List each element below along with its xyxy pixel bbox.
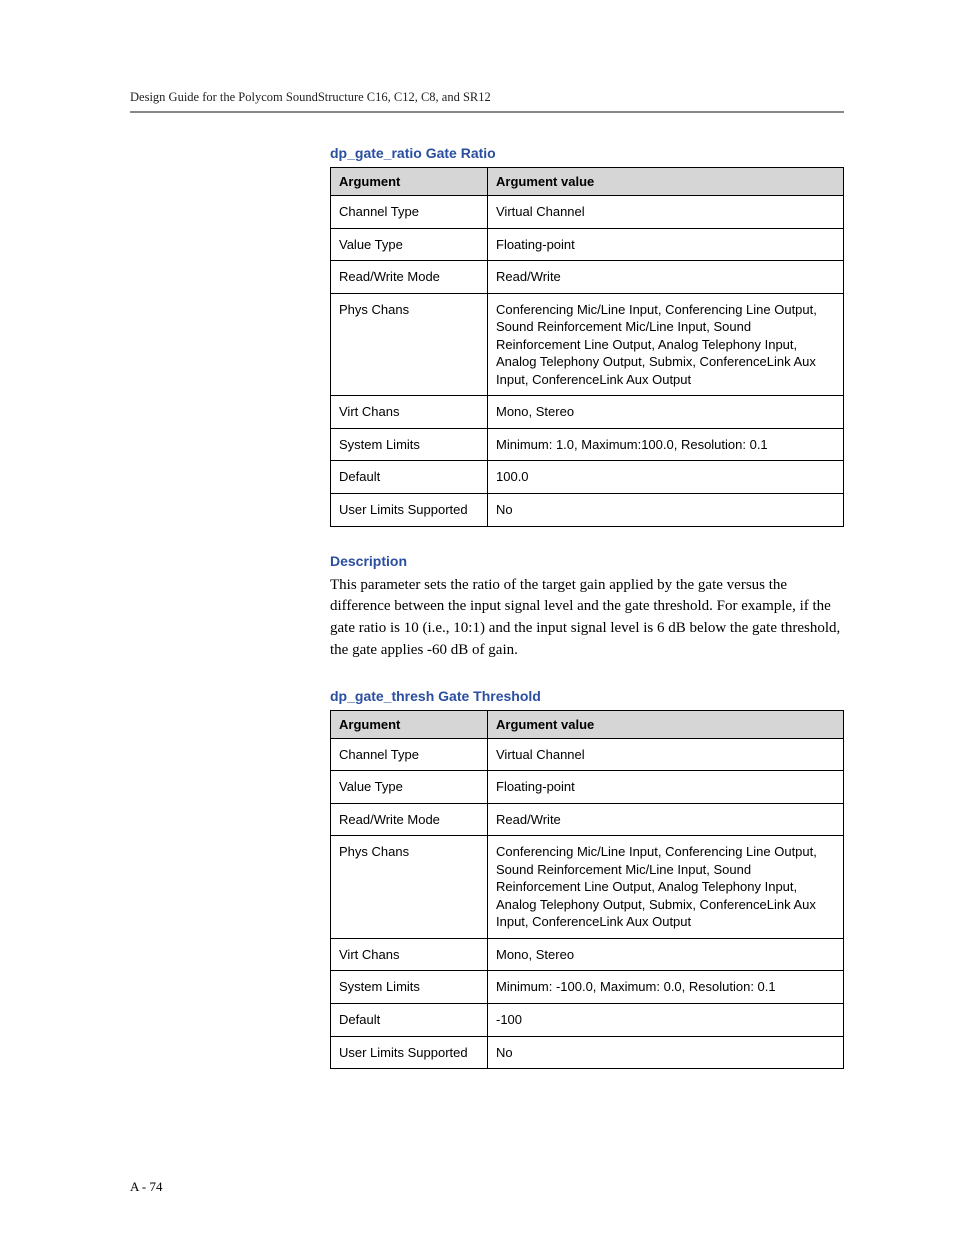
table-row: Value TypeFloating-point <box>331 771 844 804</box>
cell-val: Floating-point <box>488 771 844 804</box>
cell-arg: Channel Type <box>331 196 488 229</box>
table-row: Value TypeFloating-point <box>331 228 844 261</box>
cell-arg: Value Type <box>331 228 488 261</box>
cell-arg: Default <box>331 1004 488 1037</box>
section-title-gate-thresh: dp_gate_thresh Gate Threshold <box>330 688 844 704</box>
cell-val: Virtual Channel <box>488 738 844 771</box>
table-row: Read/Write ModeRead/Write <box>331 803 844 836</box>
cell-arg: Read/Write Mode <box>331 261 488 294</box>
cell-val: Minimum: -100.0, Maximum: 0.0, Resolutio… <box>488 971 844 1004</box>
cell-arg: User Limits Supported <box>331 494 488 527</box>
table-header-row: Argument Argument value <box>331 710 844 738</box>
cell-val: Read/Write <box>488 261 844 294</box>
table-row: Channel TypeVirtual Channel <box>331 738 844 771</box>
cell-arg: Channel Type <box>331 738 488 771</box>
cell-arg: Value Type <box>331 771 488 804</box>
cell-arg: Phys Chans <box>331 293 488 396</box>
table-header-row: Argument Argument value <box>331 168 844 196</box>
table-row: User Limits SupportedNo <box>331 494 844 527</box>
th-argument: Argument <box>331 710 488 738</box>
table-row: Default100.0 <box>331 461 844 494</box>
description-heading: Description <box>330 553 844 569</box>
cell-arg: Phys Chans <box>331 836 488 939</box>
table-row: Phys ChansConferencing Mic/Line Input, C… <box>331 293 844 396</box>
table-row: Virt ChansMono, Stereo <box>331 938 844 971</box>
cell-arg: Virt Chans <box>331 938 488 971</box>
page: Design Guide for the Polycom SoundStruct… <box>0 0 954 1235</box>
table-row: System LimitsMinimum: 1.0, Maximum:100.0… <box>331 428 844 461</box>
content-column: dp_gate_ratio Gate Ratio Argument Argume… <box>330 145 844 1069</box>
cell-val: Read/Write <box>488 803 844 836</box>
page-number: A - 74 <box>130 1179 163 1195</box>
table-row: Default-100 <box>331 1004 844 1037</box>
cell-arg: User Limits Supported <box>331 1036 488 1069</box>
cell-val: Virtual Channel <box>488 196 844 229</box>
table-gate-ratio: Argument Argument value Channel TypeVirt… <box>330 167 844 527</box>
table-row: User Limits SupportedNo <box>331 1036 844 1069</box>
running-header: Design Guide for the Polycom SoundStruct… <box>130 90 844 105</box>
table-row: System LimitsMinimum: -100.0, Maximum: 0… <box>331 971 844 1004</box>
cell-arg: Default <box>331 461 488 494</box>
cell-arg: System Limits <box>331 971 488 1004</box>
cell-val: Minimum: 1.0, Maximum:100.0, Resolution:… <box>488 428 844 461</box>
table-row: Virt ChansMono, Stereo <box>331 396 844 429</box>
cell-val: No <box>488 494 844 527</box>
cell-val: Conferencing Mic/Line Input, Conferencin… <box>488 836 844 939</box>
cell-val: Conferencing Mic/Line Input, Conferencin… <box>488 293 844 396</box>
th-argument-value: Argument value <box>488 710 844 738</box>
cell-val: No <box>488 1036 844 1069</box>
cell-val: Floating-point <box>488 228 844 261</box>
table-row: Read/Write ModeRead/Write <box>331 261 844 294</box>
th-argument: Argument <box>331 168 488 196</box>
cell-val: 100.0 <box>488 461 844 494</box>
cell-val: Mono, Stereo <box>488 396 844 429</box>
cell-arg: System Limits <box>331 428 488 461</box>
th-argument-value: Argument value <box>488 168 844 196</box>
table-row: Phys ChansConferencing Mic/Line Input, C… <box>331 836 844 939</box>
header-rule <box>130 111 844 113</box>
cell-arg: Virt Chans <box>331 396 488 429</box>
description-body: This parameter sets the ratio of the tar… <box>330 575 844 662</box>
cell-arg: Read/Write Mode <box>331 803 488 836</box>
cell-val: Mono, Stereo <box>488 938 844 971</box>
cell-val: -100 <box>488 1004 844 1037</box>
table-row: Channel TypeVirtual Channel <box>331 196 844 229</box>
table-gate-thresh: Argument Argument value Channel TypeVirt… <box>330 710 844 1070</box>
section-title-gate-ratio: dp_gate_ratio Gate Ratio <box>330 145 844 161</box>
